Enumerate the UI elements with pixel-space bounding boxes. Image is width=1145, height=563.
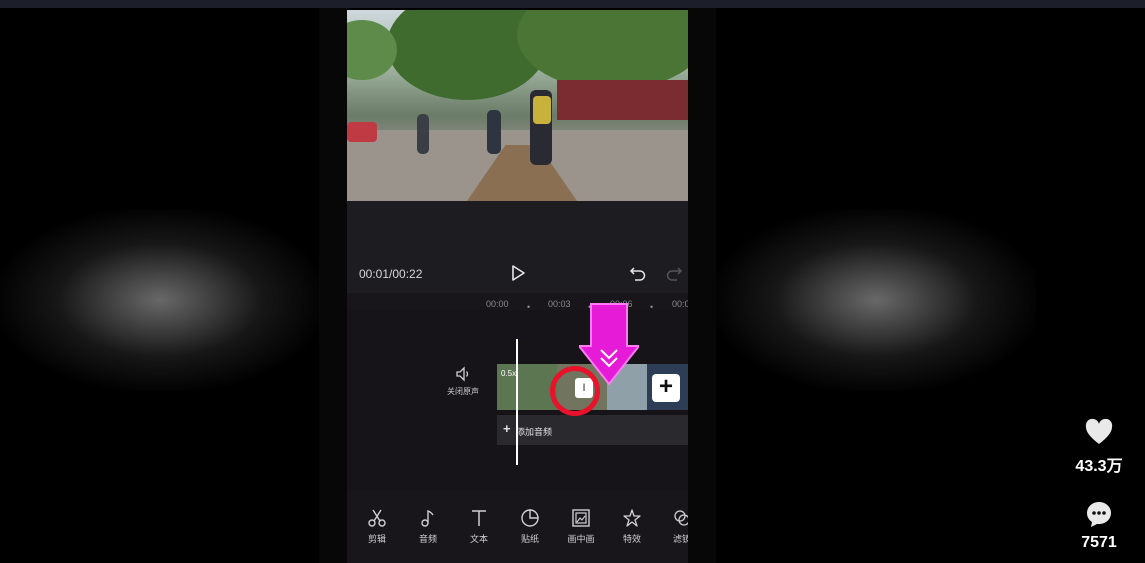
background-glow-right: [716, 210, 1036, 390]
text-icon: [472, 510, 486, 526]
background-glow-left: [0, 210, 320, 390]
clip-speed: 0.5x: [501, 369, 517, 378]
toolbar-label: 贴纸: [520, 534, 539, 544]
toolbar-label: 滤镜: [672, 534, 688, 544]
bottom-toolbar: 剪辑 音频 文本 贴纸 画中画 特效 滤镜: [347, 508, 688, 563]
toolbar-item-edit[interactable]: 剪辑: [357, 508, 397, 545]
toolbar-label: 特效: [622, 534, 641, 544]
toolbar-label: 剪辑: [367, 534, 386, 544]
redo-icon[interactable]: [665, 265, 683, 281]
add-audio-label: 添加音频: [516, 427, 553, 437]
video-preview: [347, 10, 688, 201]
like-button[interactable]: 43.3万: [1070, 418, 1128, 476]
timecode: 00:01/00:22: [359, 267, 423, 281]
add-audio-button[interactable]: + 添加音频: [497, 415, 688, 445]
toolbar-label: 文本: [469, 534, 488, 544]
undo-icon[interactable]: [629, 265, 647, 281]
video-player[interactable]: 00:01/00:22 00:00 • 00:03 • 00:06 • 00:0…: [347, 10, 688, 563]
toolbar-label: 音频: [418, 534, 437, 544]
playhead[interactable]: [516, 339, 518, 465]
highlight-arrow-icon: [579, 303, 639, 386]
like-count: 43.3万: [1075, 458, 1123, 475]
ruler-tick: 00:03: [548, 299, 571, 309]
toolbar-item-audio[interactable]: 音频: [408, 508, 448, 545]
side-shade-left: [319, 8, 347, 563]
add-clip-button[interactable]: +: [652, 374, 680, 402]
filter-icon: [674, 510, 688, 526]
toolbar-item-sticker[interactable]: 贴纸: [510, 508, 550, 545]
effects-star-icon: [623, 509, 641, 527]
comment-count: 7571: [1081, 534, 1117, 551]
toolbar-item-filter[interactable]: 滤镜: [662, 508, 688, 545]
comment-icon: [1087, 502, 1111, 527]
toolbar-item-text[interactable]: 文本: [459, 508, 499, 545]
side-shade-right: [688, 8, 716, 563]
ruler-tick: 00:00: [486, 299, 509, 309]
heart-icon: [1085, 418, 1113, 444]
scissors-icon: [368, 509, 386, 527]
toolbar-item-pip[interactable]: 画中画: [561, 508, 601, 545]
sticker-icon: [521, 509, 539, 527]
speaker-icon: [456, 366, 469, 382]
comment-button[interactable]: 7571: [1070, 500, 1128, 552]
music-note-icon: [421, 510, 434, 527]
play-icon[interactable]: [509, 264, 527, 282]
toolbar-label: 画中画: [567, 534, 595, 544]
toolbar-item-effects[interactable]: 特效: [612, 508, 652, 545]
mute-label: 关闭原声: [447, 387, 479, 396]
ruler-tick: 00:0: [672, 299, 688, 309]
plus-icon: +: [503, 421, 511, 436]
picture-in-picture-icon: [572, 509, 590, 527]
top-bar: [0, 0, 1145, 8]
mute-original-sound-button[interactable]: 关闭原声: [443, 366, 483, 397]
